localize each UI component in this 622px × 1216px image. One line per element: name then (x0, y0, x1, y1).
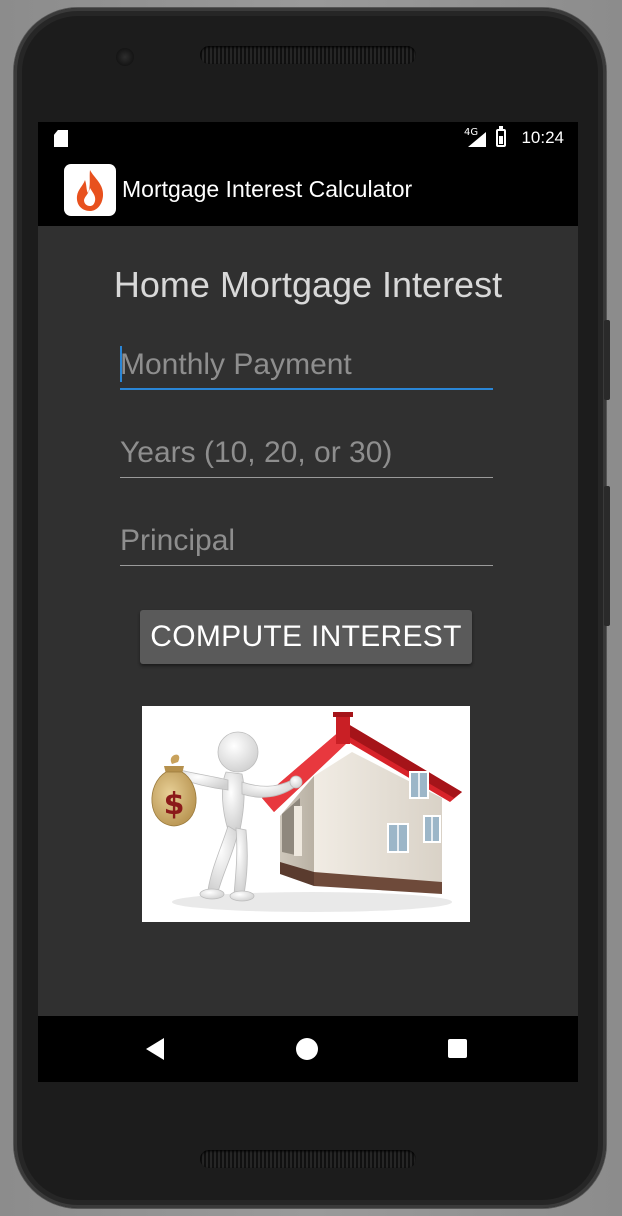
page-heading: Home Mortgage Interest (113, 264, 503, 305)
bottom-speaker (200, 1150, 416, 1168)
navigation-bar (38, 1016, 578, 1082)
front-camera (116, 48, 134, 66)
compute-interest-button[interactable]: COMPUTE INTEREST (140, 610, 472, 664)
monthly-payment-input[interactable] (120, 344, 493, 386)
principal-field[interactable] (120, 520, 493, 566)
power-button[interactable] (604, 486, 610, 626)
years-input[interactable] (120, 432, 493, 474)
network-type-label: 4G (464, 127, 479, 138)
status-clock: 10:24 (521, 128, 564, 147)
battery-icon (496, 126, 506, 147)
recents-square-icon[interactable] (448, 1039, 467, 1058)
app-title: Mortgage Interest Calculator (122, 176, 413, 202)
principal-input[interactable] (120, 520, 493, 562)
home-circle-icon[interactable] (296, 1038, 318, 1060)
main-content: Home Mortgage Interest COMPUTE INTEREST (38, 226, 578, 1016)
money-bag-icon: $ (151, 754, 197, 827)
top-speaker (200, 46, 416, 64)
back-triangle-icon[interactable] (146, 1038, 164, 1060)
money-bag-symbol: $ (164, 787, 185, 822)
flame-icon (64, 164, 116, 216)
text-cursor (120, 346, 122, 382)
status-bar: 4G 10:24 (38, 122, 578, 156)
monthly-payment-field[interactable] (120, 344, 493, 390)
app-bar: Mortgage Interest Calculator (38, 156, 578, 226)
device-screen: 4G 10:24 Mortgage Interest Calculator Ho… (38, 122, 578, 1082)
volume-button[interactable] (604, 320, 610, 400)
house-illustration: $ (142, 706, 470, 922)
years-field[interactable] (120, 432, 493, 478)
house-with-money-bag-illustration: $ (151, 712, 462, 912)
sd-card-icon (54, 130, 68, 147)
